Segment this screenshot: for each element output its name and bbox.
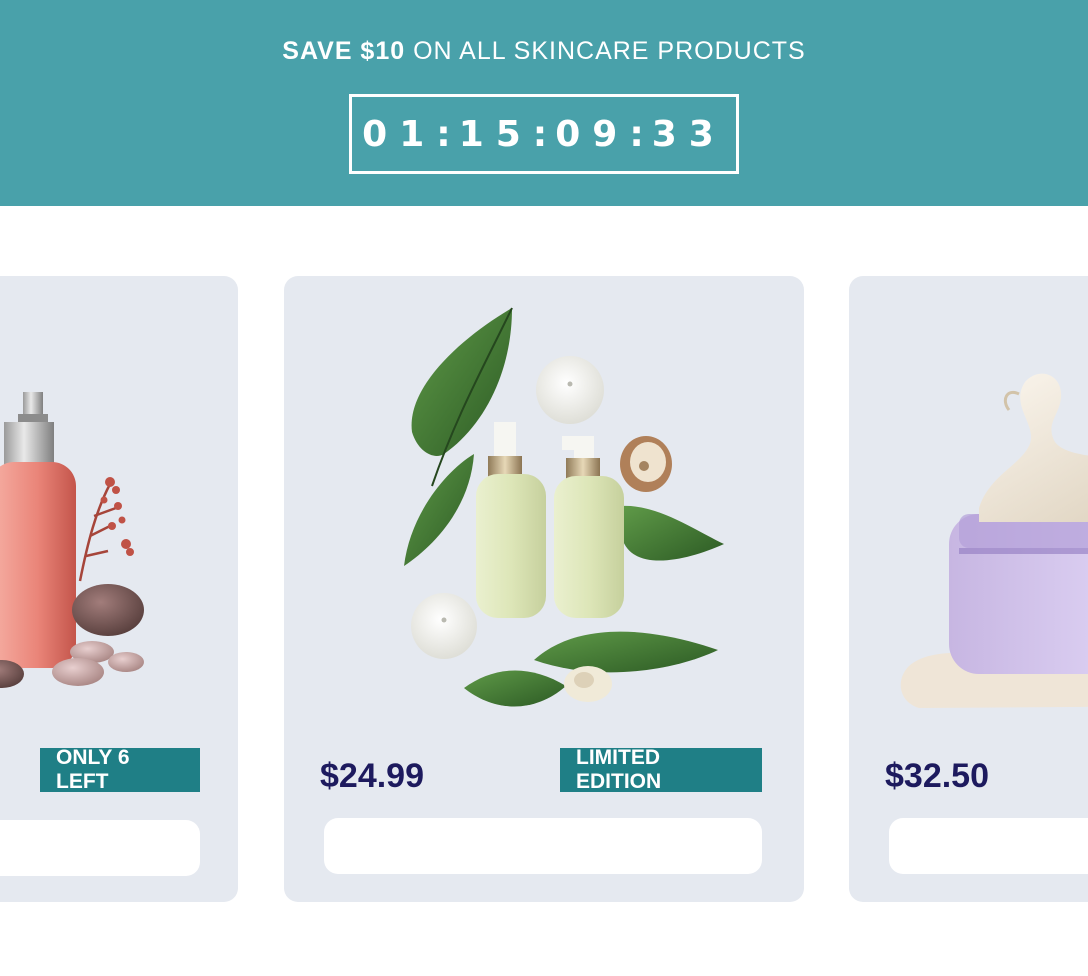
product-carousel[interactable]: ONLY 6 LEFT $24.99 LIMITED EDITION $32.5… (0, 206, 1088, 976)
countdown-separator: : (532, 113, 556, 155)
product-price: $32.50 (885, 757, 989, 795)
countdown-separator: : (436, 113, 459, 155)
countdown-separator: : (629, 113, 652, 155)
product-card[interactable]: $24.99 LIMITED EDITION (284, 276, 804, 902)
stock-badge: ONLY 6 LEFT (40, 746, 200, 793)
add-to-cart-button[interactable] (0, 820, 200, 876)
product-card[interactable]: ONLY 6 LEFT (0, 276, 238, 902)
serum-bottle-left (476, 422, 546, 618)
promo-discount: SAVE $10 (282, 37, 406, 65)
countdown-days: 01 (362, 113, 437, 155)
countdown-seconds: 33 (651, 113, 726, 155)
countdown-timer: 01 : 15 : 09 : 33 (349, 94, 739, 174)
add-to-cart-button[interactable] (324, 818, 762, 874)
countdown-minutes: 09 (555, 113, 630, 155)
product-price: $24.99 (320, 757, 424, 795)
promo-text: SAVE $10 ON ALL SKINCARE PRODUCTS (0, 34, 1088, 68)
serum-bottle-right (554, 436, 624, 618)
edition-badge: LIMITED EDITION (560, 746, 762, 793)
promo-banner: SAVE $10 ON ALL SKINCARE PRODUCTS 01 : 1… (0, 0, 1088, 206)
product-image-cream-jar[interactable] (849, 276, 1088, 736)
add-to-cart-button[interactable] (889, 818, 1088, 874)
product-image-spray-bottle[interactable] (0, 276, 238, 736)
promo-description: ON ALL SKINCARE PRODUCTS (405, 37, 806, 65)
product-card[interactable]: $32.50 (849, 276, 1088, 902)
product-image-serum-bottles[interactable] (284, 276, 804, 736)
countdown-hours: 15 (458, 113, 533, 155)
